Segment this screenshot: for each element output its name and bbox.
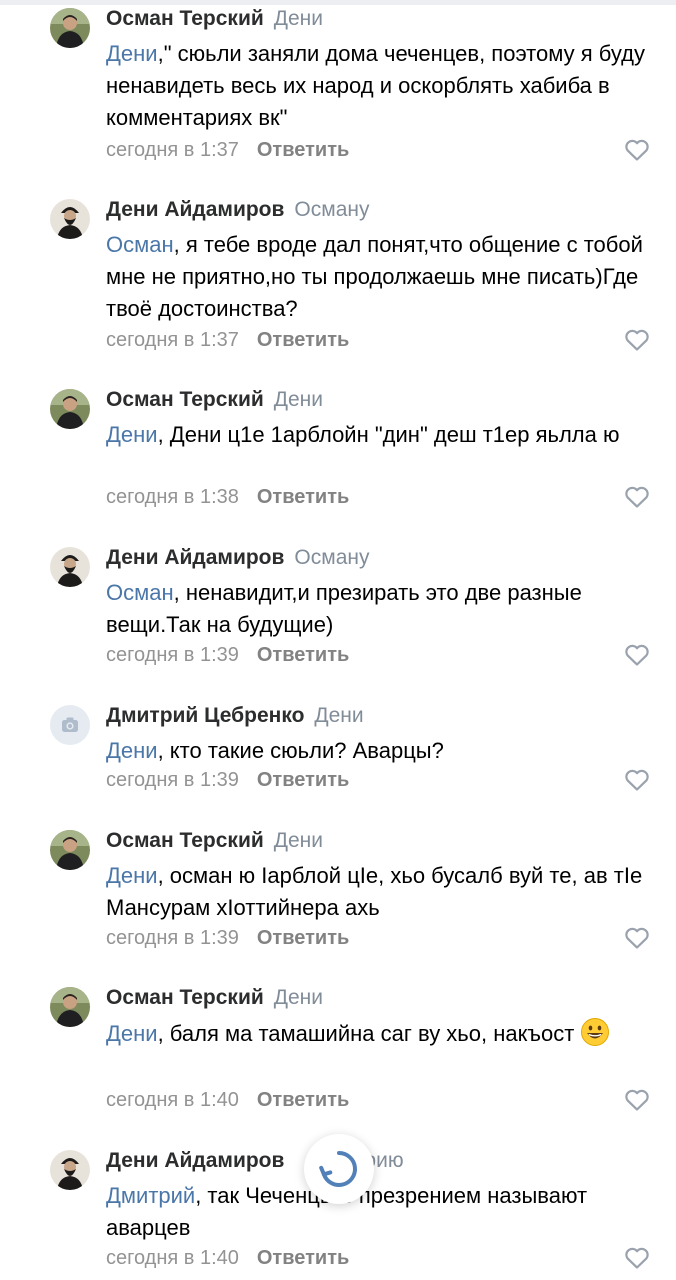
comment-meta: сегодня в 1:39 Ответить <box>106 926 349 950</box>
comment-meta: сегодня в 1:37 Ответить <box>106 328 349 352</box>
comment-author[interactable]: Осман Терский <box>106 829 264 852</box>
comment-meta: сегодня в 1:37 Ответить <box>106 138 349 162</box>
reply-button[interactable]: Ответить <box>257 644 349 666</box>
avatar[interactable] <box>50 389 90 429</box>
comment-mention[interactable]: Дени <box>106 422 158 447</box>
comment-body: , Дени ц1е 1арблойн "дин" деш т1ер яьлла… <box>157 422 620 447</box>
comment-time: сегодня в 1:37 <box>106 139 239 161</box>
reply-button[interactable]: Ответить <box>257 1089 349 1111</box>
comment-meta: сегодня в 1:38 Ответить <box>106 485 349 509</box>
comment-time: сегодня в 1:39 <box>106 644 239 666</box>
comment-mention[interactable]: Дени <box>106 863 158 888</box>
avatar[interactable] <box>50 987 90 1027</box>
reply-button[interactable]: Ответить <box>257 329 349 351</box>
comment-time: сегодня в 1:37 <box>106 329 239 351</box>
comment-mention[interactable]: Дмитрий <box>106 1183 195 1208</box>
comment-reply-to[interactable]: Осману <box>294 546 369 569</box>
comment-body: , осман ю Iарблой цIе, хьо бусалб вуй те… <box>106 863 643 920</box>
heart-outline-icon[interactable] <box>624 1088 650 1112</box>
loading-spinner-icon <box>319 1151 357 1187</box>
comment-author[interactable]: Дени Айдамиров <box>106 1149 284 1172</box>
comment-text: Дени, осман ю Iарблой цIе, хьо бусалб ву… <box>106 860 652 924</box>
comment-author[interactable]: Осман Терский <box>106 986 264 1009</box>
comment-text: Дени, Дени ц1е 1арблойн "дин" деш т1ер я… <box>106 419 652 451</box>
top-divider <box>0 0 676 5</box>
avatar[interactable] <box>50 199 90 239</box>
comment-meta: сегодня в 1:39 Ответить <box>106 643 349 667</box>
comment-body: , ненавидит,и презирать это две разные в… <box>106 580 582 637</box>
comment-time: сегодня в 1:40 <box>106 1247 239 1269</box>
grinning-face-emoji <box>581 1018 610 1046</box>
comment-mention[interactable]: Осман <box>106 232 174 257</box>
heart-outline-icon[interactable] <box>624 485 650 509</box>
comment-body: , баля ма тамашийна саг ву хьо, накъост <box>157 1021 575 1046</box>
reply-button[interactable]: Ответить <box>257 1247 349 1269</box>
comment-mention[interactable]: Дени <box>106 41 158 66</box>
avatar[interactable] <box>50 705 90 745</box>
comment-meta: сегодня в 1:40 Ответить <box>106 1088 349 1112</box>
comment-text: Дени, баля ма тамашийна саг ву хьо, накъ… <box>106 1017 652 1050</box>
comment-body: , я тебе вроде дал понят,что общение с т… <box>106 232 643 321</box>
comment-reply-to[interactable]: Осману <box>294 198 369 221</box>
comment-text: Осман, ненавидит,и презирать это две раз… <box>106 577 652 641</box>
comment-reply-to[interactable]: Дени <box>274 986 323 1009</box>
comment-author[interactable]: Осман Терский <box>106 7 264 30</box>
heart-outline-icon[interactable] <box>624 643 650 667</box>
heart-outline-icon[interactable] <box>624 328 650 352</box>
comment-meta: сегодня в 1:40 Ответить <box>106 1246 349 1270</box>
comment-reply-to[interactable]: Дени <box>274 829 323 852</box>
reply-button[interactable]: Ответить <box>257 769 349 791</box>
comment-reply-to[interactable]: Дени <box>274 7 323 30</box>
comment-meta: сегодня в 1:39 Ответить <box>106 768 349 792</box>
avatar[interactable] <box>50 830 90 870</box>
heart-outline-icon[interactable] <box>624 926 650 950</box>
comment-author-line: Дени Айдамиров Осману <box>106 197 369 223</box>
comment-author-line: Осман Терский Дени <box>106 985 323 1011</box>
reply-button[interactable]: Ответить <box>257 927 349 949</box>
comment-body: , кто такие сюьли? Аварцы? <box>157 738 444 763</box>
comment-mention[interactable]: Дени <box>106 738 158 763</box>
comment-author[interactable]: Осман Терский <box>106 388 264 411</box>
heart-outline-icon[interactable] <box>624 1246 650 1270</box>
avatar[interactable] <box>50 1150 90 1190</box>
comment-body: ," сюьли заняли дома чеченцев, поэтому я… <box>106 41 645 130</box>
comment-reply-to[interactable]: Дени <box>314 704 363 727</box>
comment-author-line: Осман Терский Дени <box>106 828 323 854</box>
comment-reply-to[interactable]: Дени <box>274 388 323 411</box>
comment-mention[interactable]: Дени <box>106 1021 158 1046</box>
reply-button[interactable]: Ответить <box>257 486 349 508</box>
comment-time: сегодня в 1:39 <box>106 927 239 949</box>
comment-text: Осман, я тебе вроде дал понят,что общени… <box>106 229 652 325</box>
comment-author[interactable]: Дени Айдамиров <box>106 546 284 569</box>
heart-outline-icon[interactable] <box>624 138 650 162</box>
comment-text: Дени, кто такие сюьли? Аварцы? <box>106 735 652 767</box>
comment-author-line: Дени Айдамиров Осману <box>106 545 369 571</box>
comment-text: Дмитрий, так Чеченцы с презрением называ… <box>106 1180 652 1244</box>
comment-author[interactable]: Дмитрий Цебренко <box>106 704 304 727</box>
avatar[interactable] <box>50 547 90 587</box>
comment-author-line: Осман Терский Дени <box>106 387 323 413</box>
comment-time: сегодня в 1:39 <box>106 769 239 791</box>
avatar[interactable] <box>50 8 90 48</box>
comment-author-line: Осман Терский Дени <box>106 6 323 32</box>
comment-time: сегодня в 1:40 <box>106 1089 239 1111</box>
reply-button[interactable]: Ответить <box>257 139 349 161</box>
comment-author-line: Дмитрий Цебренко Дени <box>106 703 364 729</box>
heart-outline-icon[interactable] <box>624 768 650 792</box>
comment-text: Дени," сюьли заняли дома чеченцев, поэто… <box>106 38 652 134</box>
loading-spinner <box>304 1134 374 1204</box>
comment-author[interactable]: Дени Айдамиров <box>106 198 284 221</box>
comment-time: сегодня в 1:38 <box>106 486 239 508</box>
comment-mention[interactable]: Осман <box>106 580 174 605</box>
